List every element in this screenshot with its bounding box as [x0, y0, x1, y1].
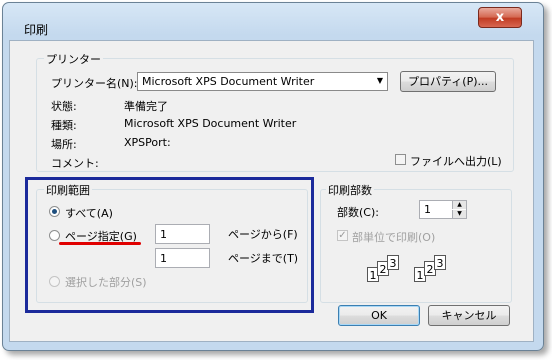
- type-label: 種類:: [51, 119, 77, 132]
- comment-label: コメント:: [51, 157, 99, 170]
- highlight-box-annotation: [25, 177, 314, 313]
- chevron-down-icon: ▼: [376, 76, 383, 85]
- page-3-icon: 3: [434, 255, 446, 270]
- location-label: 場所:: [51, 138, 77, 151]
- type-value: Microsoft XPS Document Writer: [124, 117, 297, 130]
- printer-name-label: プリンター名(N):: [51, 77, 138, 90]
- copies-count-label: 部数(C):: [337, 206, 379, 219]
- copies-legend: 印刷部数: [326, 182, 374, 198]
- printer-group-legend: プリンター: [44, 51, 103, 67]
- ok-button[interactable]: OK: [338, 305, 420, 326]
- spin-down-icon[interactable]: ▼: [452, 210, 466, 218]
- page-3-icon: 3: [387, 255, 399, 270]
- spin-up-icon[interactable]: ▲: [452, 201, 466, 209]
- red-underline-annotation: [59, 242, 141, 245]
- printer-name-value: Microsoft XPS Document Writer: [142, 75, 315, 88]
- close-button[interactable]: x: [478, 7, 522, 28]
- print-to-file-label[interactable]: ファイルへ出力(L): [410, 153, 502, 169]
- collate-preview-icon: 1 2 3 1 2 3: [360, 252, 460, 292]
- print-to-file-checkbox[interactable]: [395, 154, 406, 165]
- printer-name-combobox[interactable]: Microsoft XPS Document Writer ▼: [137, 72, 388, 91]
- collate-label: 部単位で印刷(O): [352, 231, 436, 244]
- properties-button[interactable]: プロパティ(P)...: [400, 71, 496, 92]
- location-value: XPSPort:: [124, 136, 171, 149]
- copies-count-value: 1: [424, 203, 431, 216]
- status-value: 準備完了: [124, 100, 168, 113]
- copies-count-input[interactable]: 1 ▲ ▼: [419, 200, 467, 219]
- cancel-button[interactable]: キャンセル: [428, 305, 510, 326]
- collate-checkbox: ✓: [337, 230, 348, 241]
- window-title: 印刷: [24, 23, 49, 37]
- status-label: 状態:: [51, 100, 77, 113]
